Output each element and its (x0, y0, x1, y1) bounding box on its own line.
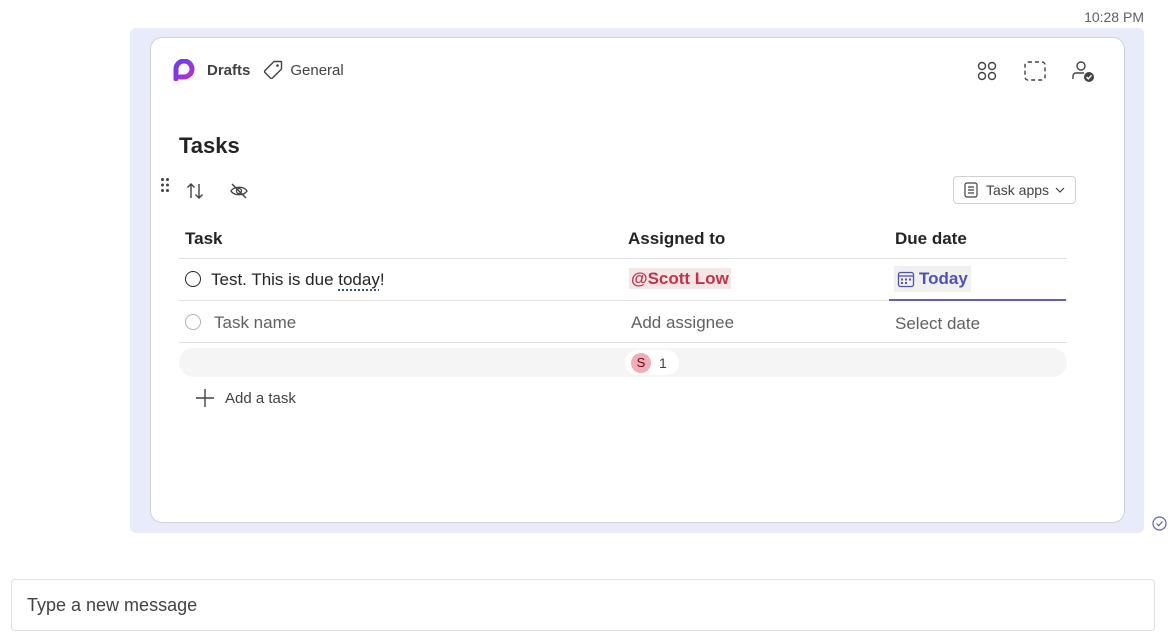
new-task-checkbox (185, 314, 201, 330)
column-header-due[interactable]: Due date (895, 229, 967, 249)
task-name-input[interactable]: Task name (214, 313, 296, 333)
assignee-mention[interactable]: @Scott Low (629, 268, 731, 289)
avatar: S (631, 352, 651, 373)
card-header: Drafts General (173, 58, 344, 82)
add-task-label: Add a task (225, 389, 296, 407)
hide-icon[interactable] (229, 181, 249, 201)
add-assignee-input[interactable]: Add assignee (631, 313, 734, 333)
header-actions (974, 58, 1096, 84)
loop-component-card: Drafts General Tasks Task apps Task Assi… (150, 37, 1125, 523)
assignee-group-pill[interactable]: S 1 (625, 350, 679, 375)
due-date-value: Today (919, 269, 968, 288)
calendar-icon (897, 271, 915, 288)
expand-button[interactable] (1022, 58, 1048, 84)
loop-logo-icon (173, 59, 195, 81)
workspace-name[interactable]: Drafts (207, 62, 250, 79)
message-sent-icon (1152, 516, 1167, 531)
message-timestamp: 10:28 PM (1084, 9, 1144, 25)
apps-grid-icon (977, 61, 997, 81)
shared-with-button[interactable] (1070, 58, 1096, 84)
new-message-input[interactable] (12, 580, 1154, 630)
drag-handle-icon[interactable] (160, 177, 170, 193)
select-date-input[interactable]: Select date (895, 314, 980, 334)
sort-icon[interactable] (185, 181, 205, 201)
group-count: 1 (659, 354, 667, 371)
tag-icon (264, 60, 283, 80)
column-header-task[interactable]: Task (185, 229, 223, 249)
shared-people-icon (1072, 61, 1094, 82)
task-title[interactable]: Test. This is due today! (211, 270, 385, 290)
assignee-group-bar[interactable]: S 1 (179, 348, 1067, 377)
task-apps-label: Task apps (986, 182, 1050, 198)
new-task-row: Task name Add assignee Select date (179, 301, 1067, 343)
message-composer (11, 579, 1155, 631)
due-date-cell[interactable]: Today (894, 266, 971, 292)
task-list-icon (964, 182, 978, 198)
tasks-table: Task Assigned to Due date Test. This is … (179, 220, 1067, 343)
apps-button[interactable] (974, 58, 1000, 84)
complete-task-checkbox[interactable] (185, 271, 201, 287)
chevron-down-icon (1055, 187, 1065, 193)
table-row: Test. This is due today! @Scott Low Toda… (179, 259, 1067, 301)
table-header-row: Task Assigned to Due date (179, 220, 1067, 259)
task-apps-dropdown[interactable]: Task apps (953, 176, 1076, 204)
plus-icon (196, 389, 214, 407)
channel-name[interactable]: General (290, 62, 343, 79)
add-task-button[interactable]: Add a task (195, 388, 296, 408)
expand-icon (1024, 61, 1046, 81)
tasks-title: Tasks (179, 133, 240, 158)
column-header-assigned[interactable]: Assigned to (628, 229, 725, 249)
